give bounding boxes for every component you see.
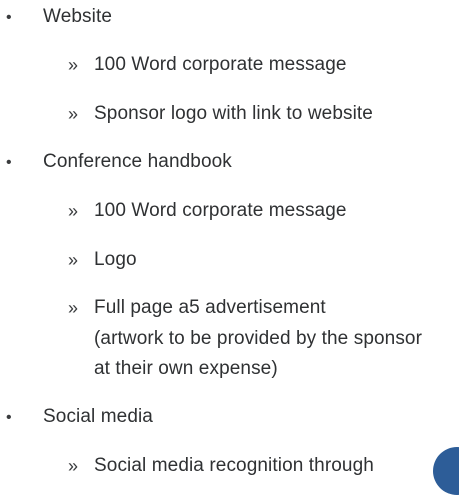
- document-page: • Website » 100 Word corporate message »…: [0, 0, 459, 495]
- sub-bullet-marker: »: [68, 456, 79, 476]
- bullet-marker: •: [6, 9, 12, 26]
- list-item-text: Social media recognition through: [94, 455, 374, 476]
- bullet-marker: •: [6, 409, 12, 426]
- section-title-website: Website: [43, 6, 112, 27]
- section-title-social-media: Social media: [43, 406, 153, 427]
- list-item-text-continued: at their own expense): [94, 358, 278, 379]
- sub-bullet-marker: »: [68, 104, 79, 124]
- sub-bullet-marker: »: [68, 55, 79, 75]
- bullet-marker: •: [6, 154, 12, 171]
- list-item-text: 100 Word corporate message: [94, 200, 347, 221]
- section-title-conference-handbook: Conference handbook: [43, 151, 232, 172]
- sub-bullet-marker: »: [68, 298, 79, 318]
- list-item-text: Full page a5 advertisement: [94, 297, 326, 318]
- list-item-text: Logo: [94, 249, 137, 270]
- list-item-text: Sponsor logo with link to website: [94, 103, 373, 124]
- list-item-text-continued: (artwork to be provided by the sponsor: [94, 328, 423, 349]
- sub-bullet-marker: »: [68, 201, 79, 221]
- sub-bullet-marker: »: [68, 250, 79, 270]
- list-item-text: 100 Word corporate message: [94, 54, 347, 75]
- corner-circle-decoration: [433, 447, 459, 495]
